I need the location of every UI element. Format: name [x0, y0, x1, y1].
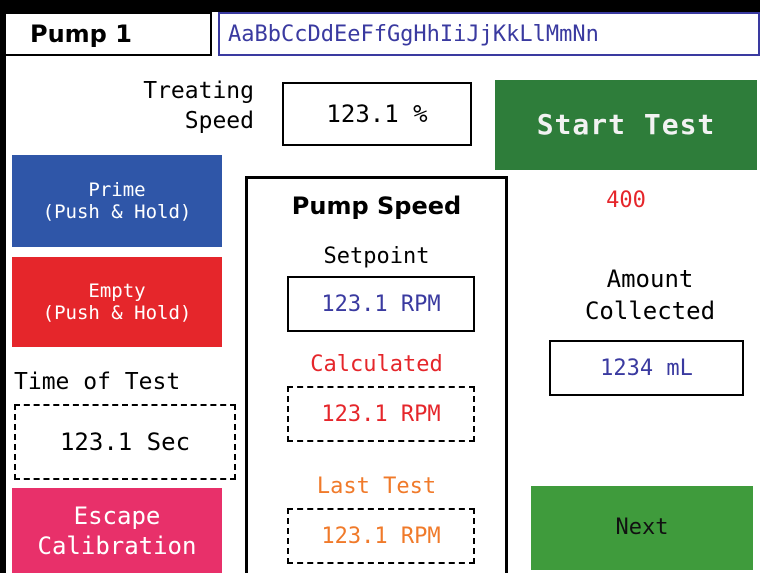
pump-speed-title: Pump Speed [291, 192, 462, 220]
treating-speed-field[interactable]: 123.1 % [282, 82, 472, 146]
amount-collected-label: Amount Collected [584, 265, 716, 325]
time-of-test-label: Time of Test [14, 369, 181, 395]
calculated-value: 123.1 RPM [287, 386, 475, 442]
time-of-test-value: 123.1 Sec [14, 404, 236, 480]
page-title: Pump 1 [6, 12, 212, 56]
escape-calibration-button[interactable]: Escape Calibration [12, 488, 222, 573]
setpoint-field[interactable]: 123.1 RPM [287, 276, 475, 332]
start-test-button[interactable]: Start Test [495, 80, 757, 170]
pump-name-field[interactable]: AaBbCcDdEeFfGgHhIiJjKkLlMmNn [218, 12, 760, 56]
calculated-label: Calculated [310, 351, 443, 377]
test-counter: 400 [606, 187, 646, 213]
last-test-value: 123.1 RPM [287, 508, 475, 564]
last-test-label: Last Test [316, 473, 437, 499]
prime-button[interactable]: Prime (Push & Hold) [12, 155, 222, 247]
treating-speed-label: Treating Speed [143, 78, 254, 134]
next-button[interactable]: Next [531, 486, 753, 570]
amount-collected-field[interactable]: 1234 mL [549, 340, 744, 396]
empty-button[interactable]: Empty (Push & Hold) [12, 257, 222, 347]
setpoint-label: Setpoint [323, 243, 430, 269]
